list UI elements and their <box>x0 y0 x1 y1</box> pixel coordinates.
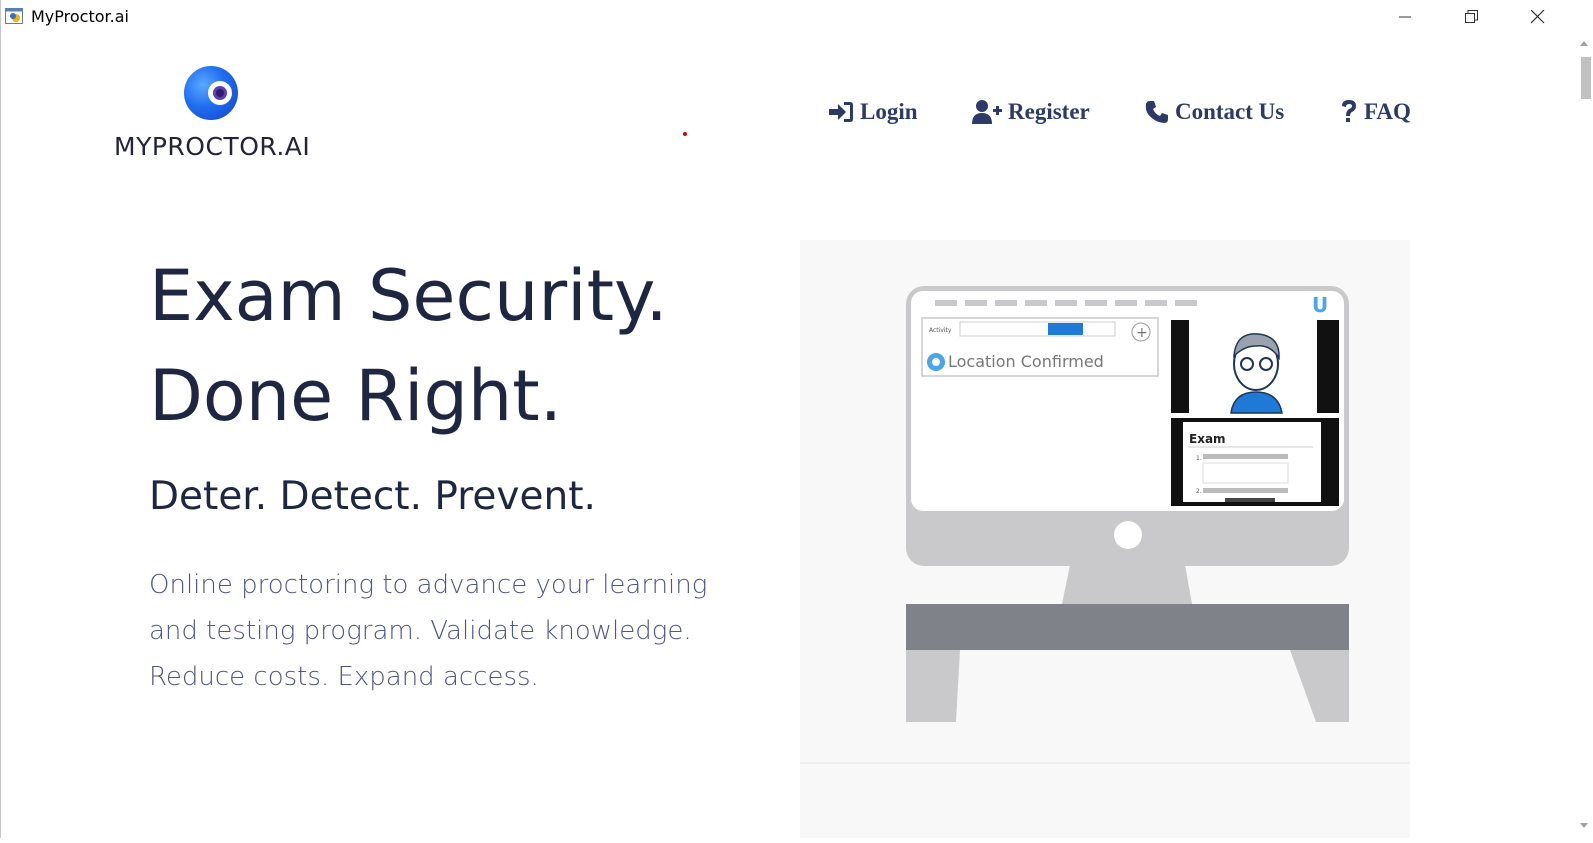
computer-illustration: U Activity + Location Confirmed Exam 1. … <box>800 286 1410 764</box>
restore-icon <box>1465 10 1478 23</box>
brand-name: MYPROCTOR.AI <box>114 132 311 161</box>
question-icon <box>1342 100 1356 122</box>
brand-logo[interactable]: MYPROCTOR.AI <box>114 64 314 164</box>
scroll-down-arrow-icon[interactable] <box>1568 818 1593 832</box>
hero-title-line-2: Done Right. <box>149 355 562 437</box>
sign-in-icon <box>829 102 853 122</box>
close-button[interactable] <box>1515 0 1561 34</box>
hero-illustration: U Activity + Location Confirmed Exam 1. … <box>800 240 1410 838</box>
minimize-button[interactable] <box>1383 0 1429 34</box>
hero-title-line-1: Exam Security. <box>149 255 668 337</box>
title-bar: MyProctor.ai <box>0 0 1593 34</box>
window-border <box>0 0 1 838</box>
nav-login[interactable]: Login <box>829 96 918 128</box>
nav-login-label: Login <box>860 99 918 124</box>
restore-button[interactable] <box>1449 0 1495 34</box>
nav-faq-label: FAQ <box>1364 99 1411 124</box>
exam-label: Exam <box>1189 432 1226 446</box>
scroll-up-arrow-icon[interactable] <box>1568 37 1593 51</box>
svg-text:+: + <box>1136 325 1148 341</box>
question-2-number: 2. <box>1196 488 1202 495</box>
nav-register[interactable]: Register <box>972 96 1090 128</box>
cursor-dot <box>683 132 687 136</box>
user-plus-icon <box>972 100 1002 124</box>
window-title: MyProctor.ai <box>31 7 129 26</box>
logo-eye-pupil-center <box>216 89 224 97</box>
nav-contact-us[interactable]: Contact Us <box>1145 96 1284 128</box>
app-icon <box>5 8 23 24</box>
scrollbar-thumb[interactable] <box>1581 57 1591 99</box>
nav-faq[interactable]: FAQ <box>1340 96 1411 128</box>
svg-text:U: U <box>1312 293 1328 317</box>
close-icon <box>1531 10 1545 24</box>
vertical-scrollbar[interactable] <box>1568 34 1593 838</box>
phone-icon <box>1145 101 1168 123</box>
nav-contact-us-label: Contact Us <box>1175 99 1285 124</box>
hero-description: Online proctoring to advance your learni… <box>149 570 708 692</box>
hero-subtitle: Deter. Detect. Prevent. <box>149 474 596 519</box>
minimize-icon <box>1399 16 1411 18</box>
activity-tab: Activity <box>929 327 952 334</box>
question-1-number: 1. <box>1196 455 1202 462</box>
hero-title: Exam Security. Done Right. <box>149 246 668 446</box>
location-status: Location Confirmed <box>948 352 1104 371</box>
nav-register-label: Register <box>1008 99 1090 124</box>
